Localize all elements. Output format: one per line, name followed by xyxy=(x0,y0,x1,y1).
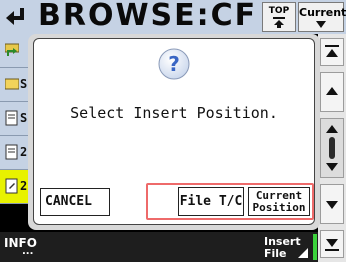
file-label: File xyxy=(264,247,287,260)
top-button[interactable]: TOP xyxy=(262,2,296,32)
to-top-icon xyxy=(273,17,285,28)
current-button[interactable]: Current xyxy=(298,2,346,32)
file-selected-icon xyxy=(5,178,18,194)
current-position-button[interactable]: Current Position xyxy=(248,187,310,216)
scroll-up-button[interactable] xyxy=(320,72,344,112)
folder-icon xyxy=(5,78,19,90)
level-indicator xyxy=(313,234,317,260)
svg-text:?: ? xyxy=(168,52,180,76)
scroll-bottom-button[interactable] xyxy=(320,230,344,258)
scroll-top-button[interactable] xyxy=(320,38,344,66)
list-item-label: S xyxy=(20,77,28,91)
file-icon xyxy=(5,110,18,126)
insert-label: Insert xyxy=(264,235,301,248)
corner-arrow-icon xyxy=(298,248,308,258)
file-tc-button[interactable]: File T/C xyxy=(178,187,244,216)
scroll-slider[interactable] xyxy=(320,118,344,178)
scroll-down-button[interactable] xyxy=(320,184,344,224)
back-button[interactable] xyxy=(2,2,34,32)
scroll-column xyxy=(318,34,346,262)
info-button[interactable]: INFO ... xyxy=(2,234,58,260)
current-position-line2: Position xyxy=(252,201,306,214)
cancel-button[interactable]: CANCEL xyxy=(40,188,110,216)
top-label: TOP xyxy=(268,6,290,16)
dialog-message: Select Insert Position. xyxy=(70,104,278,122)
list-item-label: S xyxy=(20,111,28,125)
chevron-down-icon xyxy=(316,21,326,28)
return-arrow-icon xyxy=(6,8,24,25)
scroll-bottom-icon xyxy=(325,239,339,251)
page-title: BROWSE:CF xyxy=(38,0,258,33)
info-dots: ... xyxy=(22,246,34,257)
scroll-down-icon xyxy=(326,201,338,209)
slider-thumb-icon xyxy=(326,125,338,171)
question-icon: ? xyxy=(158,48,190,80)
insert-file-button[interactable]: Insert File xyxy=(262,234,312,260)
list-item-label: 2 xyxy=(20,145,28,159)
list-item-label: 2 xyxy=(20,179,28,193)
folder-up-icon xyxy=(5,43,19,56)
scroll-up-icon xyxy=(326,87,338,95)
current-label: Current xyxy=(299,6,346,19)
scroll-top-icon xyxy=(325,45,339,57)
file-icon xyxy=(5,144,18,160)
